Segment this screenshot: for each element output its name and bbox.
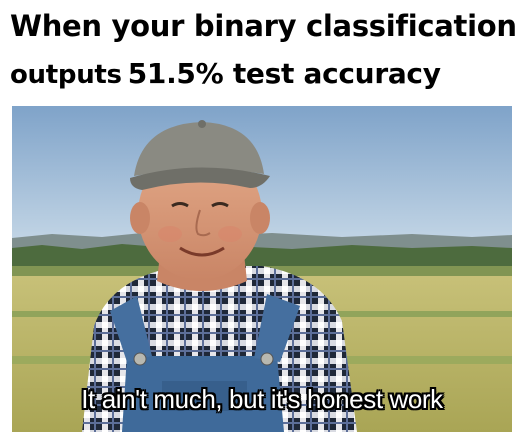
meme-caption: When your binary classification outputs 5… <box>0 0 527 106</box>
meme-photo: It ain't much, but it's honest work <box>12 106 512 432</box>
overalls-buckle-right <box>260 352 274 366</box>
caption-line-2-part-2: 51.5% test accuracy <box>127 57 441 90</box>
caption-line-1: When your binary classification <box>10 9 517 43</box>
meme-subtitle: It ain't much, but it's honest work <box>81 384 443 414</box>
caption-line-2: outputs 51.5% test accuracy <box>10 56 441 93</box>
overalls-buckle-left <box>133 352 147 366</box>
caption-line-2-part-1: outputs <box>10 60 122 90</box>
ear-right <box>250 202 270 234</box>
ear-left <box>130 202 150 234</box>
